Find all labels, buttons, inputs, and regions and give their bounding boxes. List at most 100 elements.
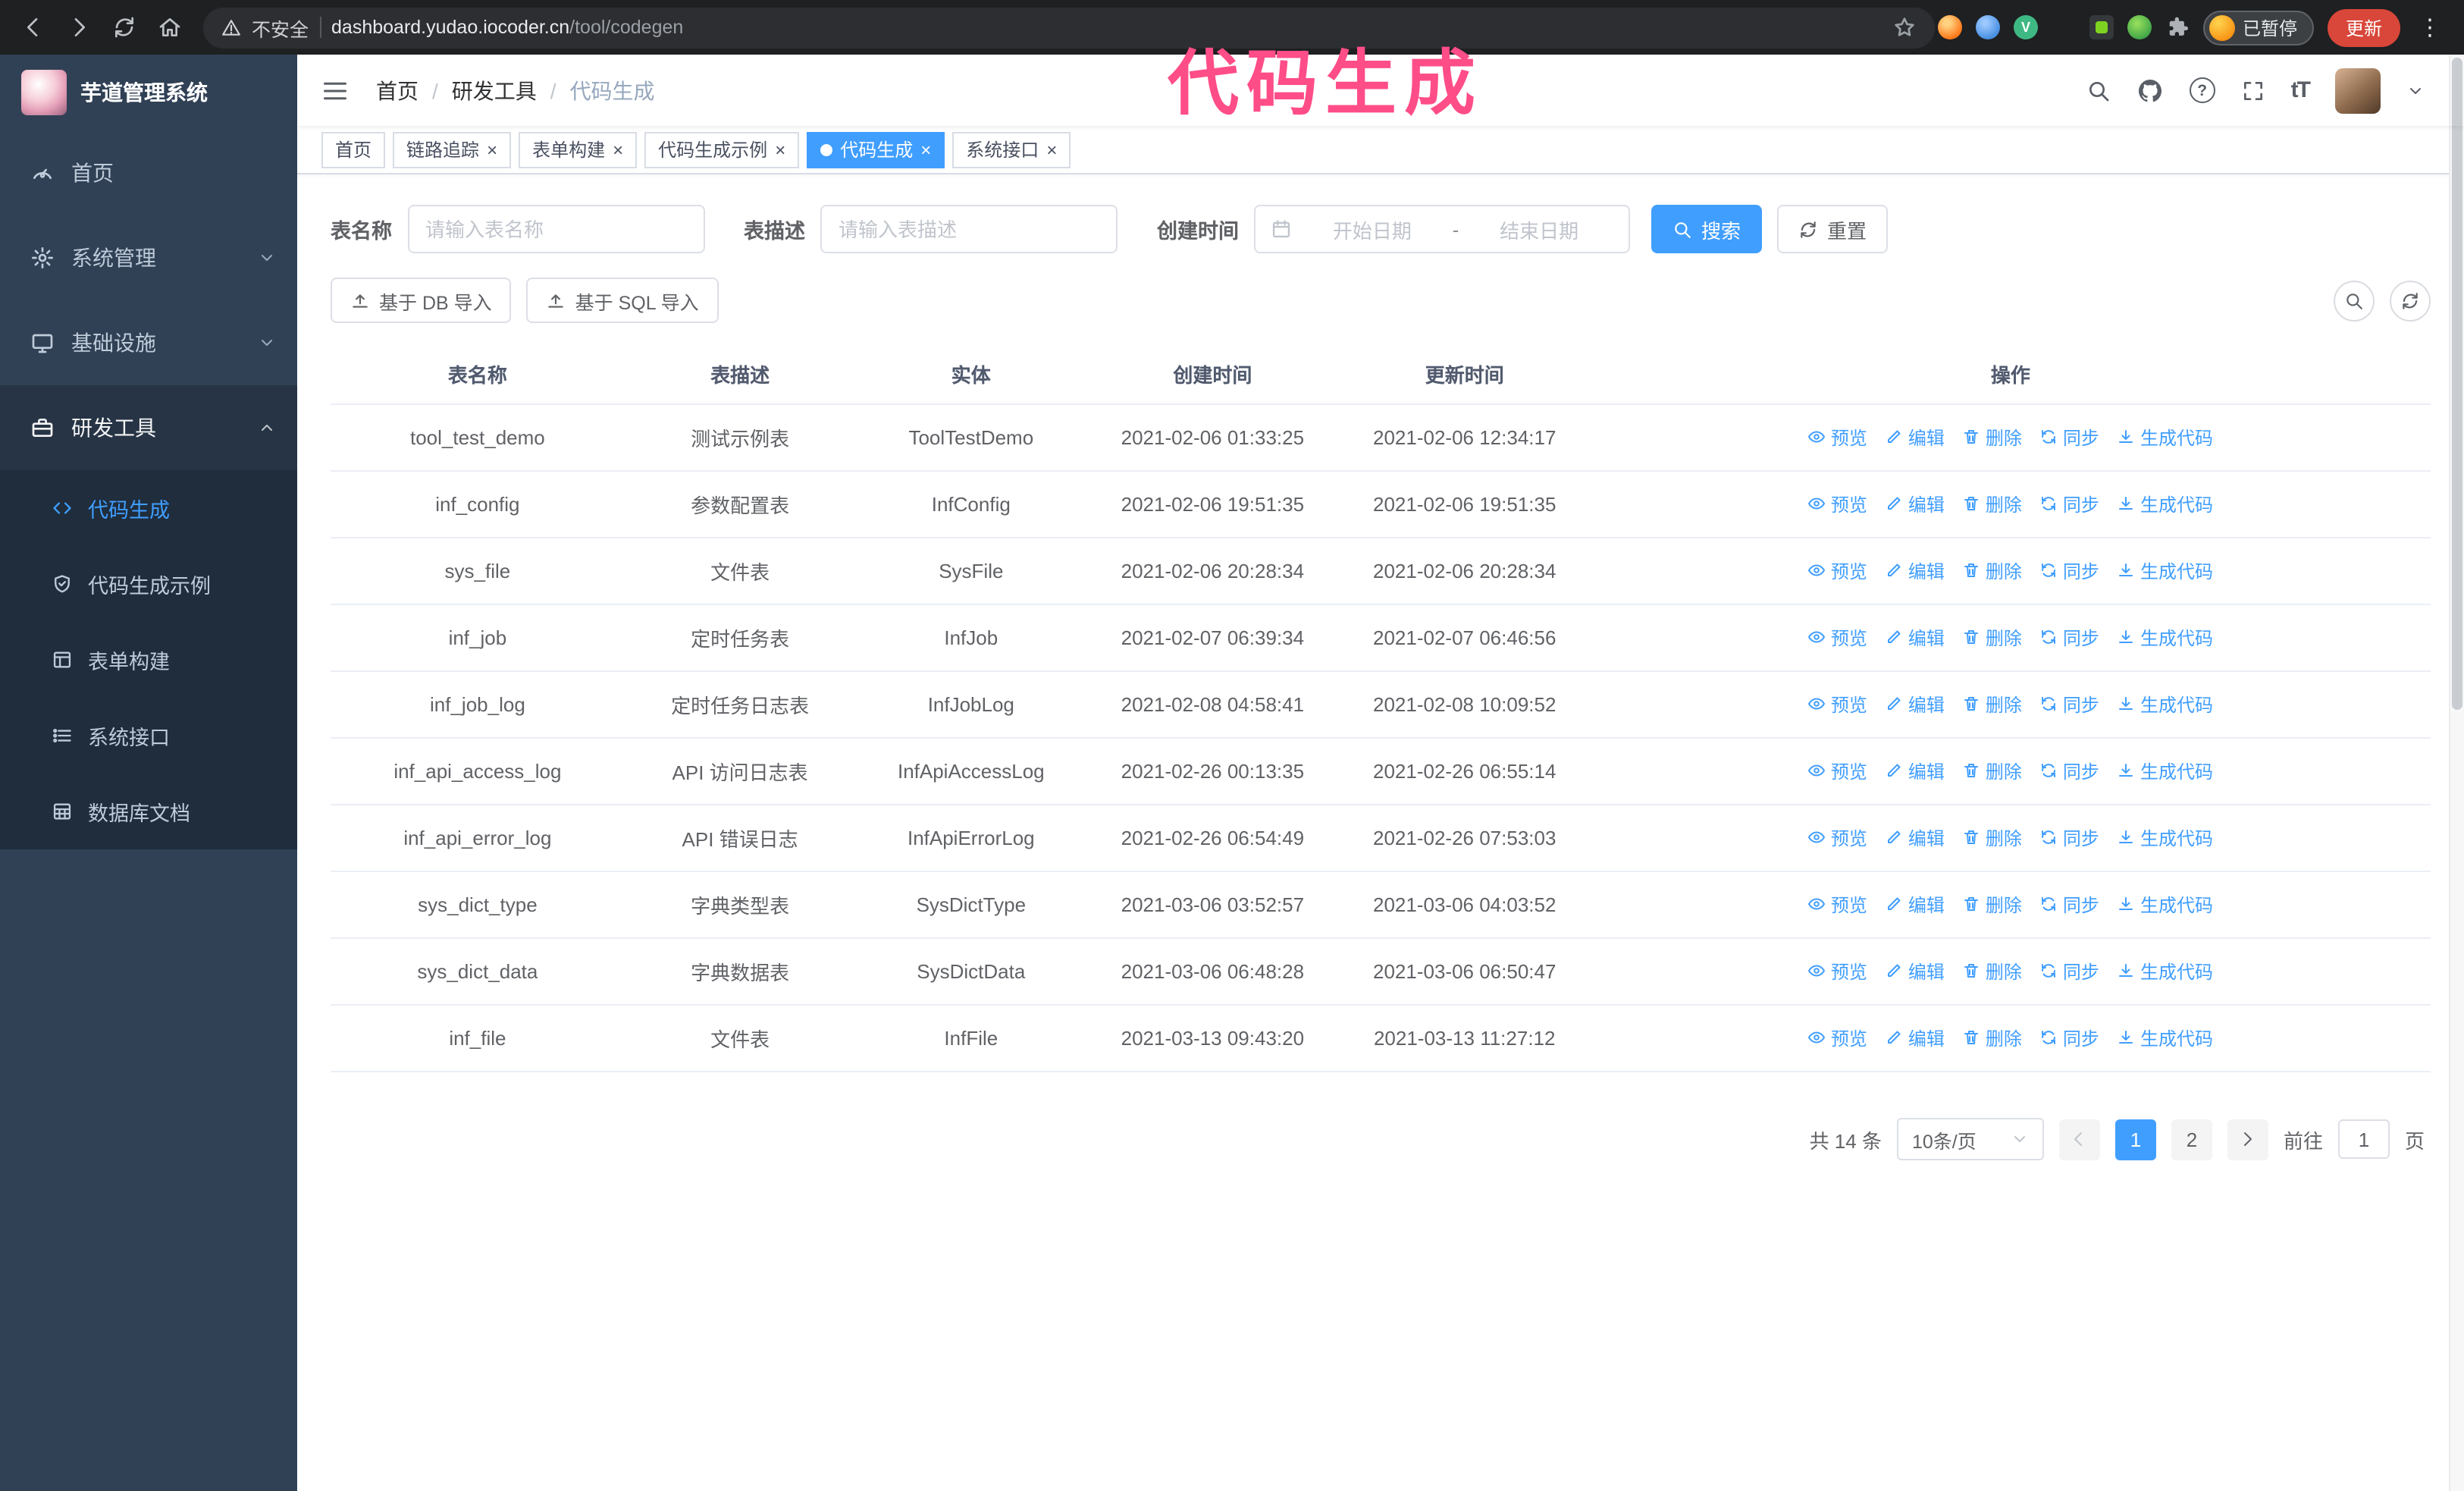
action-generate-link[interactable]: 生成代码: [2118, 558, 2213, 584]
avatar-caret-icon[interactable]: [2406, 81, 2425, 99]
toggle-search-button[interactable]: [2334, 280, 2375, 321]
sidebar-item-devtools[interactable]: 研发工具: [0, 385, 297, 470]
browser-reload-button[interactable]: [103, 6, 146, 49]
action-preview-link[interactable]: 预览: [1808, 959, 1867, 984]
reset-button[interactable]: 重置: [1777, 205, 1889, 253]
tab-system-api[interactable]: 系统接口 ×: [952, 131, 1071, 168]
import-sql-button[interactable]: 基于 SQL 导入: [526, 278, 719, 323]
sidebar-item-codegen[interactable]: 代码生成: [0, 470, 297, 546]
action-generate-link[interactable]: 生成代码: [2118, 692, 2213, 717]
tab-form-builder[interactable]: 表单构建 ×: [519, 131, 638, 168]
sidebar-item-infra[interactable]: 基础设施: [0, 300, 297, 385]
action-preview-link[interactable]: 预览: [1808, 892, 1867, 918]
action-generate-link[interactable]: 生成代码: [2118, 425, 2213, 450]
action-delete-link[interactable]: 删除: [1963, 692, 2022, 717]
action-edit-link[interactable]: 编辑: [1886, 1025, 1945, 1051]
search-button[interactable]: 搜索: [1651, 205, 1763, 253]
action-generate-link[interactable]: 生成代码: [2118, 892, 2213, 918]
sidebar-item-system[interactable]: 系统管理: [0, 215, 297, 300]
extensions-puzzle-icon[interactable]: [2165, 15, 2190, 39]
action-preview-link[interactable]: 预览: [1808, 425, 1867, 450]
breadcrumb-devtools[interactable]: 研发工具: [452, 75, 537, 105]
action-sync-link[interactable]: 同步: [2040, 892, 2099, 918]
page-size-select[interactable]: 10条/页: [1896, 1118, 2044, 1160]
action-generate-link[interactable]: 生成代码: [2118, 625, 2213, 651]
profile-paused-badge[interactable]: 已暂停: [2202, 10, 2314, 45]
header-search-icon[interactable]: [2086, 78, 2111, 102]
action-delete-link[interactable]: 删除: [1963, 1025, 2022, 1051]
extension-icon-4[interactable]: [2052, 15, 2076, 39]
action-preview-link[interactable]: 预览: [1808, 692, 1867, 717]
breadcrumb-home[interactable]: 首页: [376, 75, 419, 105]
hamburger-icon[interactable]: [321, 77, 349, 104]
next-page-button[interactable]: [2227, 1119, 2268, 1160]
page-button-2[interactable]: 2: [2171, 1119, 2212, 1160]
goto-page-input[interactable]: [2337, 1119, 2390, 1159]
vue-devtools-extension-icon[interactable]: V: [2013, 15, 2038, 39]
action-edit-link[interactable]: 编辑: [1886, 625, 1945, 651]
table-name-input[interactable]: [407, 205, 704, 253]
action-preview-link[interactable]: 预览: [1808, 758, 1867, 784]
action-edit-link[interactable]: 编辑: [1886, 758, 1945, 784]
action-sync-link[interactable]: 同步: [2040, 1025, 2099, 1051]
action-sync-link[interactable]: 同步: [2040, 758, 2099, 784]
action-edit-link[interactable]: 编辑: [1886, 558, 1945, 584]
fullscreen-icon[interactable]: [2241, 78, 2265, 102]
action-edit-link[interactable]: 编辑: [1886, 491, 1945, 517]
action-delete-link[interactable]: 删除: [1963, 758, 2022, 784]
sidebar-item-codegen-example[interactable]: 代码生成示例: [0, 546, 297, 622]
action-generate-link[interactable]: 生成代码: [2118, 959, 2213, 984]
sidebar-item-form-builder[interactable]: 表单构建: [0, 622, 297, 698]
action-sync-link[interactable]: 同步: [2040, 692, 2099, 717]
tab-tracing[interactable]: 链路追踪 ×: [393, 131, 512, 168]
app-logo[interactable]: 芋道管理系统: [0, 55, 297, 130]
action-sync-link[interactable]: 同步: [2040, 825, 2099, 851]
action-generate-link[interactable]: 生成代码: [2118, 758, 2213, 784]
browser-update-button[interactable]: 更新: [2328, 8, 2401, 46]
action-delete-link[interactable]: 删除: [1963, 425, 2022, 450]
action-edit-link[interactable]: 编辑: [1886, 892, 1945, 918]
extension-icon-5[interactable]: [2089, 15, 2114, 39]
close-icon[interactable]: ×: [1046, 140, 1057, 159]
create-time-range-picker[interactable]: 开始日期 - 结束日期: [1254, 205, 1630, 253]
extension-icon-2[interactable]: [1975, 15, 2000, 39]
action-generate-link[interactable]: 生成代码: [2118, 491, 2213, 517]
import-db-button[interactable]: 基于 DB 导入: [331, 278, 512, 323]
user-avatar[interactable]: [2335, 67, 2381, 113]
browser-forward-button[interactable]: [58, 6, 100, 49]
action-preview-link[interactable]: 预览: [1808, 625, 1867, 651]
browser-back-button[interactable]: [12, 6, 55, 49]
action-delete-link[interactable]: 删除: [1963, 892, 2022, 918]
github-icon[interactable]: [2136, 77, 2164, 104]
help-icon[interactable]: ?: [2189, 77, 2215, 103]
action-sync-link[interactable]: 同步: [2040, 625, 2099, 651]
close-icon[interactable]: ×: [487, 140, 497, 159]
browser-home-button[interactable]: [149, 6, 191, 49]
action-delete-link[interactable]: 删除: [1963, 825, 2022, 851]
action-edit-link[interactable]: 编辑: [1886, 825, 1945, 851]
action-delete-link[interactable]: 删除: [1963, 959, 2022, 984]
action-delete-link[interactable]: 删除: [1963, 491, 2022, 517]
action-sync-link[interactable]: 同步: [2040, 425, 2099, 450]
address-bar[interactable]: 不安全 dashboard.yudao.iocoder.cn/tool/code…: [203, 7, 1935, 48]
table-desc-input[interactable]: [820, 205, 1118, 253]
action-edit-link[interactable]: 编辑: [1886, 692, 1945, 717]
scrollbar-thumb[interactable]: [2452, 58, 2462, 710]
close-icon[interactable]: ×: [775, 140, 785, 159]
action-preview-link[interactable]: 预览: [1808, 1025, 1867, 1051]
refresh-table-button[interactable]: [2390, 280, 2431, 321]
sidebar-item-home[interactable]: 首页: [0, 130, 297, 215]
action-delete-link[interactable]: 删除: [1963, 558, 2022, 584]
tab-codegen[interactable]: 代码生成 ×: [807, 131, 945, 168]
action-sync-link[interactable]: 同步: [2040, 558, 2099, 584]
extension-icon-6[interactable]: [2127, 15, 2152, 39]
page-button-1[interactable]: 1: [2114, 1119, 2156, 1160]
tab-home[interactable]: 首页: [321, 131, 386, 168]
close-icon[interactable]: ×: [920, 140, 931, 159]
action-edit-link[interactable]: 编辑: [1886, 425, 1945, 450]
extension-icon-1[interactable]: [1937, 15, 1962, 39]
close-icon[interactable]: ×: [613, 140, 623, 159]
action-sync-link[interactable]: 同步: [2040, 959, 2099, 984]
sidebar-item-system-api[interactable]: 系统接口: [0, 698, 297, 774]
action-sync-link[interactable]: 同步: [2040, 491, 2099, 517]
